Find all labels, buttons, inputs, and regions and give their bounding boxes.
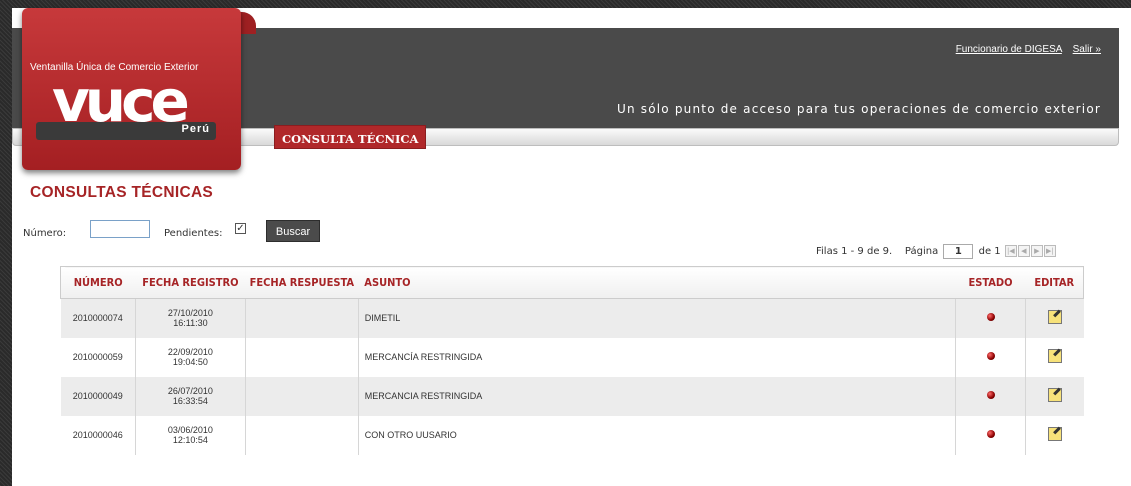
search-button[interactable]: Buscar: [266, 220, 320, 242]
cell-fecha-respuesta: [244, 376, 359, 416]
first-page-icon[interactable]: |◀: [1004, 245, 1017, 257]
table-row[interactable]: 2010000059 22/09/2010 19:04:50 MERCANCÍA …: [60, 337, 1084, 377]
numero-label: Número:: [23, 228, 67, 239]
pager-rows-text: Filas 1 - 9 de 9.: [816, 246, 893, 257]
pager-of-text: de 1: [978, 246, 1001, 257]
logout-link[interactable]: Salir »: [1073, 44, 1101, 55]
numero-input[interactable]: [90, 220, 150, 238]
prev-page-icon[interactable]: ◀: [1017, 245, 1030, 257]
cell-estado: [955, 337, 1026, 377]
table-header-row: NÚMERO FECHA REGISTRO FECHA RESPUESTA AS…: [60, 266, 1085, 299]
table-row[interactable]: 2010000049 26/07/2010 16:33:54 MERCANCIA …: [60, 376, 1084, 416]
page-title: CONSULTAS TÉCNICAS: [30, 184, 214, 201]
cell-asunto: MERCANCÍA RESTRINGIDA: [357, 337, 956, 377]
next-page-icon[interactable]: ▶: [1030, 245, 1043, 257]
pendientes-checkbox[interactable]: ✓: [235, 223, 246, 234]
cell-asunto: MERCANCIA RESTRINGIDA: [357, 376, 956, 416]
cell-estado: [955, 415, 1026, 455]
top-links: Funcionario de DIGESA Salir »: [948, 44, 1101, 55]
pager: Filas 1 - 9 de 9. Página 1 de 1 |◀ ◀ ▶ ▶|: [816, 244, 1056, 259]
col-fecha-registro[interactable]: FECHA REGISTRO: [135, 266, 246, 299]
last-page-icon[interactable]: ▶|: [1043, 245, 1056, 257]
cell-fecha: 26/07/2010: [167, 386, 213, 396]
cell-fecha: 22/09/2010: [167, 347, 213, 357]
cell-estado: [955, 298, 1026, 338]
cell-estado: [955, 376, 1026, 416]
table-row[interactable]: 2010000074 27/10/2010 16:11:30 DIMETIL: [60, 298, 1084, 338]
edit-icon[interactable]: [1047, 388, 1062, 402]
tagline: Un sólo punto de acceso para tus operaci…: [616, 102, 1101, 116]
col-editar[interactable]: EDITAR: [1025, 266, 1085, 299]
cell-fecha-registro: 22/09/2010 19:04:50: [134, 337, 246, 377]
consultas-table: NÚMERO FECHA REGISTRO FECHA RESPUESTA AS…: [60, 266, 1085, 455]
status-dot-icon: [986, 430, 995, 438]
edit-icon[interactable]: [1047, 310, 1062, 325]
tab-consulta-tecnica[interactable]: CONSULTA TÉCNICA: [274, 125, 427, 149]
col-asunto[interactable]: ASUNTO: [358, 266, 956, 299]
pendientes-label: Pendientes:: [164, 228, 223, 239]
status-dot-icon: [986, 352, 995, 360]
table-row[interactable]: 2010000046 03/06/2010 12:10:54 CON OTRO U…: [60, 415, 1084, 455]
cell-fecha-respuesta: [244, 415, 359, 455]
cell-fecha: 27/10/2010: [167, 308, 213, 319]
cell-fecha-respuesta: [244, 298, 359, 338]
page-input[interactable]: 1: [943, 244, 974, 259]
pager-page-label: Página: [904, 246, 939, 257]
cell-hora: 16:33:54: [172, 396, 208, 406]
cell-hora: 12:10:54: [172, 435, 208, 445]
cell-editar: [1024, 415, 1084, 455]
vuce-logo[interactable]: Ventanilla Única de Comercio Exterior vu…: [22, 8, 241, 170]
status-dot-icon: [986, 391, 995, 399]
cell-editar: [1024, 376, 1084, 416]
cell-hora: 16:11:30: [173, 318, 208, 329]
logo-country-bar: Perú: [36, 122, 216, 140]
user-link[interactable]: Funcionario de DIGESA: [956, 44, 1062, 55]
cell-asunto: DIMETIL: [357, 298, 956, 338]
col-fecha-respuesta[interactable]: FECHA RESPUESTA: [245, 266, 359, 299]
cell-numero: 2010000046: [60, 415, 136, 455]
cell-hora: 19:04:50: [172, 357, 208, 367]
cell-fecha-registro: 03/06/2010 12:10:54: [134, 415, 246, 455]
logo-country: Perú: [181, 123, 210, 135]
cell-numero: 2010000049: [60, 376, 136, 416]
cell-fecha-registro: 27/10/2010 16:11:30: [134, 298, 246, 338]
cell-numero: 2010000074: [60, 298, 136, 338]
edit-icon[interactable]: [1047, 349, 1062, 363]
status-dot-icon: [986, 313, 995, 322]
col-numero[interactable]: NÚMERO: [60, 266, 136, 299]
cell-asunto: CON OTRO UUSARIO: [357, 415, 956, 455]
cell-editar: [1024, 337, 1084, 377]
col-estado[interactable]: ESTADO: [955, 266, 1026, 299]
edit-icon[interactable]: [1047, 427, 1062, 441]
cell-fecha-registro: 26/07/2010 16:33:54: [134, 376, 246, 416]
cell-fecha: 03/06/2010: [167, 425, 213, 435]
cell-numero: 2010000059: [60, 337, 136, 377]
cell-editar: [1024, 298, 1084, 338]
cell-fecha-respuesta: [244, 337, 359, 377]
